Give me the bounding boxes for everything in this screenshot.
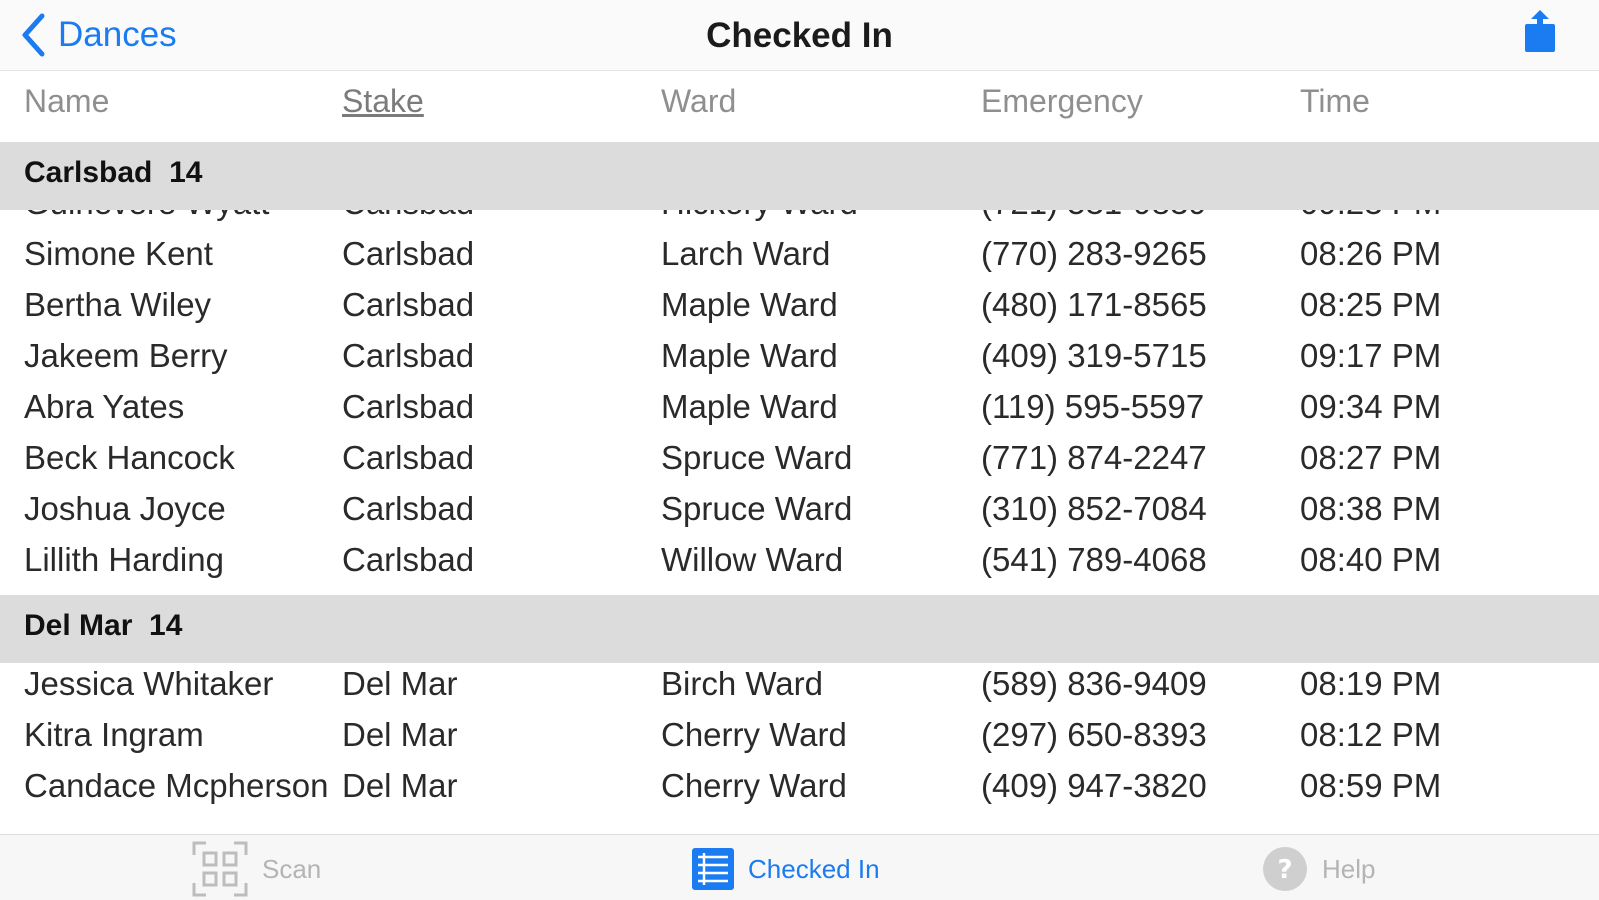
time-cell: 08:40 PM [1300,541,1442,578]
name-cell: Beck Hancock [24,439,235,476]
ward-cell: Maple Ward [661,337,838,374]
section-title: Del Mar [24,609,133,642]
table-row[interactable]: Beck Hancock Carlsbad Spruce Ward (771) … [0,433,1599,485]
tab-scan[interactable]: Scan [192,841,321,897]
emergency-cell: (119) 595-5597 [981,388,1205,425]
tab-checked-in[interactable]: Checked In [692,841,880,897]
svg-text:?: ? [1277,855,1292,885]
table-row[interactable]: Bertha Wiley Carlsbad Maple Ward (480) 1… [0,280,1599,332]
emergency-cell: (589) 836-9409 [981,665,1207,702]
section-count: 14 [149,609,183,642]
ward-cell: Willow Ward [661,541,844,578]
stake-cell: Del Mar [342,767,458,804]
emergency-cell: (771) 874-2247 [981,439,1207,476]
tab-checked-in-label: Checked In [748,853,880,884]
time-cell: 08:27 PM [1300,439,1442,476]
emergency-cell: (541) 789-4068 [981,541,1207,578]
column-header-name[interactable]: Name [24,83,109,120]
column-header-stake[interactable]: Stake [342,83,424,120]
ward-cell: Spruce Ward [661,490,853,527]
table-row[interactable]: Kitra Ingram Del Mar Cherry Ward (297) 6… [0,710,1599,762]
emergency-cell: (480) 171-8565 [981,286,1207,323]
section-header-carlsbad: Carlsbad 14 [0,142,1599,210]
stake-cell: Carlsbad [342,388,475,425]
tab-help-label: Help [1322,853,1376,884]
time-cell: 09:34 PM [1300,388,1442,425]
section-title: Carlsbad [24,156,153,189]
column-header-time[interactable]: Time [1300,83,1370,120]
name-cell: Simone Kent [24,235,213,272]
ward-cell: Cherry Ward [661,716,847,753]
section-count: 14 [169,156,203,189]
stake-cell: Carlsbad [342,286,475,323]
checked-in-table[interactable]: Carlsbad 14 Guinevere Wyatt Carlsbad Hic… [0,142,1599,834]
column-header-ward[interactable]: Ward [661,83,736,120]
emergency-cell: (409) 319-5715 [981,337,1207,374]
table-row[interactable]: Jessica Whitaker Del Mar Birch Ward (589… [0,659,1599,711]
time-cell: 08:12 PM [1300,716,1442,753]
table-row[interactable]: Simone Kent Carlsbad Larch Ward (770) 28… [0,229,1599,281]
navigation-bar: Dances Checked In [0,0,1599,70]
emergency-cell: (409) 947-3820 [981,767,1207,804]
emergency-cell: (770) 283-9265 [981,235,1207,272]
stake-cell: Carlsbad [342,541,475,578]
time-cell: 08:25 PM [1300,286,1442,323]
ward-cell: Cherry Ward [661,767,847,804]
tab-scan-label: Scan [262,853,322,884]
time-cell: 08:26 PM [1300,235,1442,272]
name-cell: Jessica Whitaker [24,665,274,702]
ward-cell: Maple Ward [661,388,838,425]
section-header-del-mar: Del Mar 14 [0,595,1599,663]
stake-cell: Carlsbad [342,490,475,527]
ward-cell: Larch Ward [661,235,831,272]
tab-help[interactable]: ? Help [1262,841,1375,897]
tab-bar: Scan Checked In ? Help [0,834,1599,900]
emergency-cell: (297) 650-8393 [981,716,1207,753]
emergency-cell: (310) 852-7084 [981,490,1207,527]
table-row[interactable]: Lillith Harding Carlsbad Willow Ward (54… [0,535,1599,587]
stake-cell: Del Mar [342,665,458,702]
column-header-row: Name Stake Ward Emergency Time [0,70,1599,142]
ward-cell: Birch Ward [661,665,823,702]
table-row[interactable]: Candace Mcpherson Del Mar Cherry Ward (4… [0,761,1599,813]
share-icon [1525,10,1555,52]
name-cell: Candace Mcpherson [24,767,329,804]
stake-cell: Carlsbad [342,439,475,476]
time-cell: 08:38 PM [1300,490,1442,527]
qr-scan-icon [192,841,248,897]
ward-cell: Spruce Ward [661,439,853,476]
stake-cell: Del Mar [342,716,458,753]
name-cell: Abra Yates [24,388,185,425]
table-row[interactable]: Joshua Joyce Carlsbad Spruce Ward (310) … [0,484,1599,536]
name-cell: Kitra Ingram [24,716,204,753]
page-title: Checked In [706,16,893,55]
time-cell: 09:17 PM [1300,337,1442,374]
name-cell: Lillith Harding [24,541,224,578]
stake-cell: Carlsbad [342,235,475,272]
name-cell: Jakeem Berry [24,337,228,374]
table-row[interactable]: Abra Yates Carlsbad Maple Ward (119) 595… [0,382,1599,434]
name-cell: Bertha Wiley [24,286,212,323]
share-button[interactable] [1522,10,1558,56]
name-cell: Joshua Joyce [24,490,226,527]
ward-cell: Maple Ward [661,286,838,323]
time-cell: 08:59 PM [1300,767,1442,804]
column-header-emergency[interactable]: Emergency [981,83,1143,120]
stake-cell: Carlsbad [342,337,475,374]
time-cell: 08:19 PM [1300,665,1442,702]
help-icon: ? [1263,847,1307,891]
list-icon [692,848,734,890]
table-row[interactable]: Jakeem Berry Carlsbad Maple Ward (409) 3… [0,331,1599,383]
